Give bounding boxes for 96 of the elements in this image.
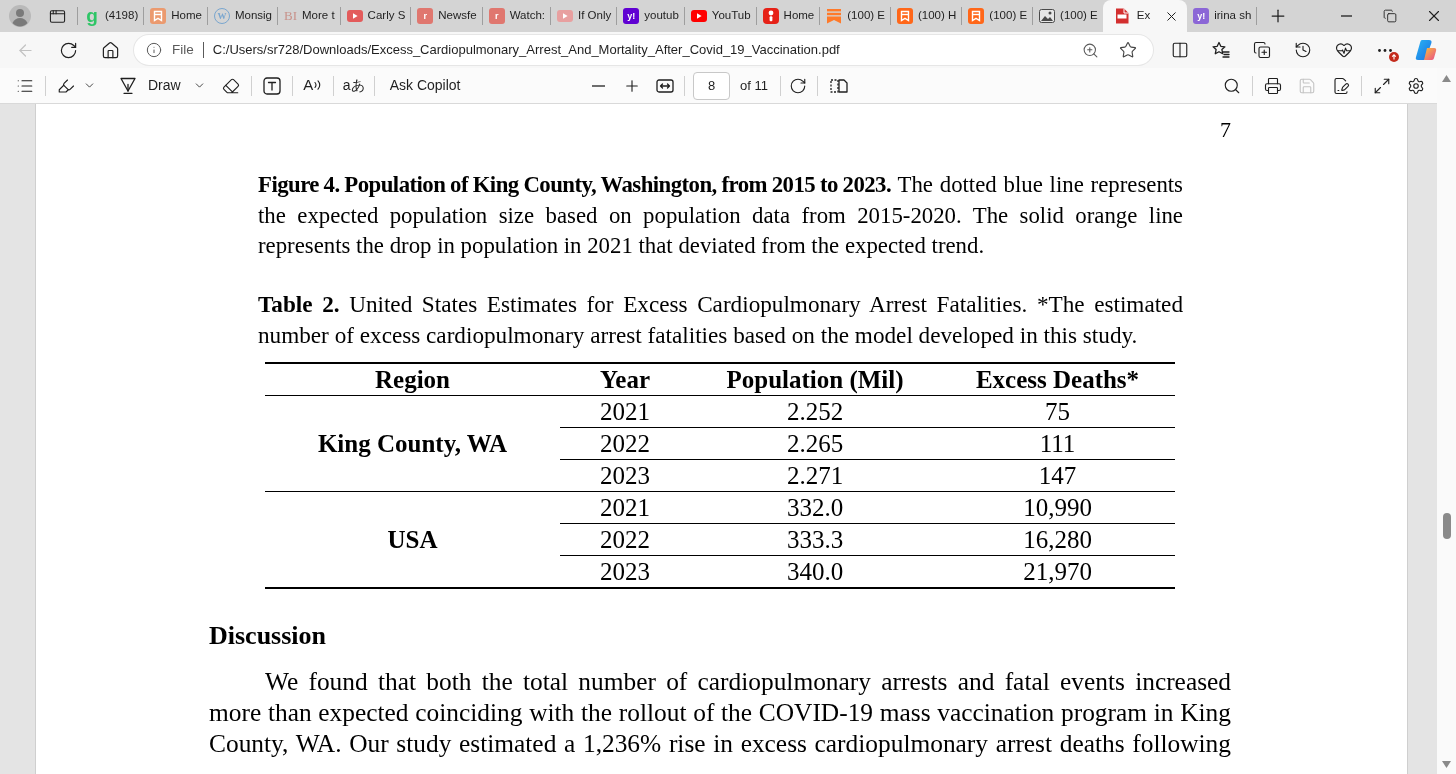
page-view-icon (829, 77, 848, 94)
pen-icon (120, 77, 136, 94)
column-header: Year (560, 362, 690, 396)
address-field[interactable]: File C:/Users/sr728/Downloads/Excess_Cardiopulmonary_Arrest_And_Mortality_After_Covid_19_Vaccination.pdf (134, 35, 1153, 65)
eraser-icon (221, 76, 240, 95)
ask-copilot-button[interactable]: Ask Copilot (377, 69, 473, 102)
table-cell: 21,970 (940, 555, 1175, 588)
browser-tab[interactable]: g (4198) (78, 3, 144, 29)
logo-letter: g (85, 8, 99, 24)
table-cell: 147 (940, 459, 1175, 492)
logo-tile: r (488, 8, 505, 24)
logo-tile: y! (623, 8, 640, 24)
table-cell: USA (265, 491, 560, 588)
expand-icon (1373, 76, 1391, 95)
browser-tab[interactable]: (100) H (891, 3, 962, 29)
scroll-down-icon[interactable] (1442, 761, 1451, 768)
figure-caption: Figure 4. Population of King County, Washington, from 2015 to 2023. The dotted blue line represents the expected population size based on population data from 2015-2020. The solid orange line represents the drop in population in 2021 that deviated from the expected trend. (258, 171, 1183, 260)
page-count: of 11 (740, 76, 768, 95)
table-cell: 2.271 (690, 459, 940, 492)
history-icon (1293, 41, 1312, 59)
read-aloud-button[interactable]: A (295, 69, 330, 102)
browser-tab[interactable]: y! youtub (617, 3, 684, 29)
table-cell: 2021 (560, 491, 690, 524)
table-cell: King County, WA (265, 395, 560, 492)
heart-pulse-icon (1334, 41, 1353, 59)
table-cell: 2.252 (690, 395, 940, 428)
more-icon (1377, 48, 1392, 52)
draw-button[interactable]: Draw (112, 69, 210, 102)
minimize-icon (1340, 15, 1352, 17)
home-icon (100, 40, 120, 60)
table-cell: 111 (940, 427, 1175, 460)
table-cell: 10,990 (940, 491, 1175, 524)
browser-tab[interactable]: r Newsfe (411, 3, 482, 29)
translate-button[interactable]: aあ (336, 69, 371, 102)
column-header: Population (Mil) (690, 362, 940, 396)
file-edit-icon (1332, 76, 1350, 95)
table-cell: 333.3 (690, 523, 940, 556)
collections-icon (1252, 41, 1271, 59)
scrollbar-thumb[interactable] (1442, 513, 1451, 539)
fit-width-icon (655, 78, 674, 93)
split-screen-icon (1170, 41, 1189, 59)
browser-tab[interactable]: (100) E (1033, 3, 1103, 29)
search-icon (1223, 76, 1241, 95)
browser-tab[interactable]: r Watch: (482, 3, 551, 29)
minus-icon (592, 84, 605, 87)
logo-tile: y! (1193, 8, 1210, 24)
section-heading: Discussion (209, 620, 328, 651)
column-header: Region (265, 362, 560, 396)
table-cell: 340.0 (690, 555, 940, 588)
browser-tab[interactable]: If Only (551, 3, 617, 29)
browser-tab[interactable]: Carly S (340, 3, 411, 29)
rotate-icon (788, 76, 807, 95)
sound-waves-icon (314, 79, 323, 92)
window-icon (48, 7, 66, 25)
notification-badge-icon (1389, 52, 1399, 62)
table-cell: 2023 (560, 459, 690, 492)
browser-tab[interactable]: (100) E (820, 3, 890, 29)
url-scheme: File (172, 40, 194, 59)
browser-tab[interactable]: BI More t (278, 3, 340, 29)
browser-tab[interactable]: W Monsig (207, 3, 277, 29)
body-paragraph: We found that both the total number of cardiopulmonary arrests and fatal events increased more than expected coinciding with the rollout of the COVID-19 mass vaccination program in King County, WA. Our study estimated a 1,236% rise in excess cardiopulmonary arrest deaths following (209, 665, 1231, 759)
url-text: C:/Users/sr728/Downloads/Excess_Cardiopulmonary_Arrest_And_Mortality_After_Covid_19_Vaccination.pdf (212, 41, 840, 60)
table-cell: 2021 (560, 395, 690, 428)
favorites-icon (1211, 41, 1230, 59)
browser-tab[interactable]: y! irina sh (1187, 3, 1257, 29)
scroll-up-icon[interactable] (1442, 75, 1451, 82)
browser-tab[interactable]: (100) E (962, 3, 1033, 29)
logo-icon (1414, 39, 1437, 61)
logo-letter: BI (284, 8, 297, 24)
star-icon (1119, 41, 1137, 59)
refresh-icon (58, 40, 78, 60)
page-number-field[interactable]: 8 (693, 71, 730, 100)
table-cell: 2.265 (690, 427, 940, 460)
page-number: 7 (1219, 116, 1231, 144)
browser-tab[interactable]: Ex (1102, 0, 1188, 32)
table-cell: 75 (940, 395, 1175, 428)
column-header: Excess Deaths* (940, 362, 1175, 396)
table-cell: 16,280 (940, 523, 1175, 556)
browser-tab[interactable]: Home (144, 3, 207, 29)
highlighter-icon (56, 76, 75, 95)
printer-icon (1264, 76, 1282, 95)
table-cell: 2022 (560, 427, 690, 460)
table-cell: 332.0 (690, 491, 940, 524)
table-caption: Table 2. United States Estimates for Excess Cardiopulmonary Arrest Fatalities. *The estimated number of excess cardiopulmonary arrest fatalities based on the model developed in this study. (258, 289, 1183, 350)
scrollbar[interactable] (1437, 68, 1456, 774)
zoom-in-icon (1081, 41, 1099, 59)
profile-avatar-icon[interactable] (9, 5, 31, 27)
browser-tab[interactable]: YouTub (684, 3, 756, 29)
logo-tile: r (417, 8, 434, 24)
text-box-icon (262, 76, 281, 95)
table-cell: 2023 (560, 555, 690, 588)
restore-icon (1383, 9, 1397, 23)
info-icon (146, 42, 162, 58)
browser-tab[interactable]: Home (756, 3, 820, 29)
table-cell: 2022 (560, 523, 690, 556)
settings-icon (1407, 76, 1425, 95)
